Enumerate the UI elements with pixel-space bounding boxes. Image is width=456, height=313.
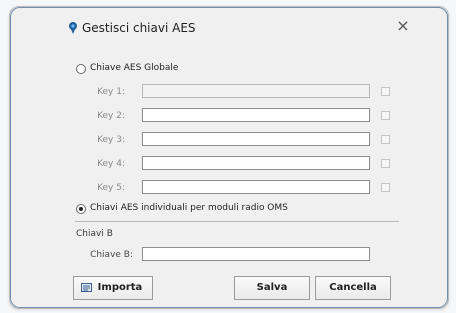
key-1-checkbox[interactable] <box>381 87 390 96</box>
radio-individual-keys[interactable] <box>76 204 86 214</box>
key-5-checkbox[interactable] <box>381 183 390 192</box>
aes-keys-dialog: Gestisci chiavi AES × Chiave AES Globale… <box>9 6 449 309</box>
save-button-label: Salva <box>256 282 288 293</box>
pin-icon <box>69 22 77 34</box>
radio-global-key[interactable] <box>76 64 86 74</box>
dialog-title: Gestisci chiavi AES <box>82 21 196 35</box>
chiave-b-input[interactable] <box>142 247 370 261</box>
radio-individual-keys-label[interactable]: Chiavi AES individuali per moduli radio … <box>90 203 288 213</box>
key-1-input[interactable] <box>142 84 370 98</box>
key-4-checkbox[interactable] <box>381 159 390 168</box>
chiave-b-label: Chiave B: <box>90 250 133 260</box>
cancel-button[interactable]: Cancella <box>315 276 391 300</box>
key-4-label: Key 4: <box>97 159 125 169</box>
key-1-label: Key 1: <box>97 87 125 97</box>
radio-global-key-label[interactable]: Chiave AES Globale <box>90 63 178 73</box>
section-divider <box>75 221 399 222</box>
close-icon[interactable]: × <box>395 18 411 34</box>
key-3-input[interactable] <box>142 132 370 146</box>
key-4-input[interactable] <box>142 156 370 170</box>
key-3-label: Key 3: <box>97 135 125 145</box>
title-bar: Gestisci chiavi AES × <box>10 7 448 39</box>
key-2-checkbox[interactable] <box>381 111 390 120</box>
import-button[interactable]: Importa <box>73 276 153 300</box>
key-5-label: Key 5: <box>97 183 125 193</box>
cancel-button-label: Cancella <box>329 282 377 293</box>
import-icon <box>81 283 92 292</box>
key-2-input[interactable] <box>142 108 370 122</box>
import-button-label: Importa <box>97 282 143 293</box>
key-3-checkbox[interactable] <box>381 135 390 144</box>
chiavi-b-section-label: Chiavi B <box>76 229 113 239</box>
key-2-label: Key 2: <box>97 111 125 121</box>
save-button[interactable]: Salva <box>234 276 310 300</box>
key-5-input[interactable] <box>142 180 370 194</box>
